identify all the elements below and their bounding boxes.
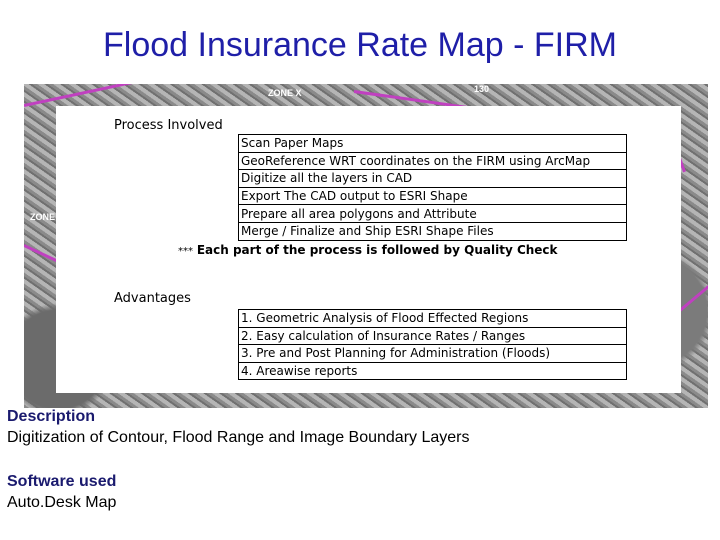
process-step: Digitize all the layers in CAD	[238, 169, 627, 188]
map-zone-label: ZONE X	[268, 88, 302, 98]
advantages-table: 1. Geometric Analysis of Flood Effected …	[238, 309, 627, 381]
table-row: Digitize all the layers in CAD	[238, 169, 627, 188]
quality-check-note: *** Each part of the process is followed…	[178, 243, 558, 257]
process-heading: Process Involved	[114, 118, 223, 133]
map-boundary-line	[24, 84, 142, 107]
process-table: Scan Paper Maps GeoReference WRT coordin…	[238, 134, 627, 241]
table-row: Export The CAD output to ESRI Shape	[238, 186, 627, 206]
advantage-item: 2. Easy calculation of Insurance Rates /…	[238, 326, 627, 346]
process-step: Merge / Finalize and Ship ESRI Shape Fil…	[238, 221, 627, 241]
table-row: 4. Areawise reports	[238, 361, 627, 381]
table-row: GeoReference WRT coordinates on the FIRM…	[238, 151, 627, 171]
advantage-item: 1. Geometric Analysis of Flood Effected …	[238, 309, 627, 328]
table-row: 2. Easy calculation of Insurance Rates /…	[238, 326, 627, 346]
description-heading: Description	[7, 408, 96, 425]
process-step: GeoReference WRT coordinates on the FIRM…	[238, 151, 627, 171]
software-text: Auto.Desk Map	[7, 494, 117, 511]
process-step: Prepare all area polygons and Attribute	[238, 204, 627, 223]
note-text: Each part of the process is followed by …	[196, 243, 558, 257]
process-step: Scan Paper Maps	[238, 134, 627, 153]
content-panel: Process Involved Scan Paper Maps GeoRefe…	[56, 106, 681, 393]
advantage-item: 3. Pre and Post Planning for Administrat…	[238, 344, 627, 363]
software-block: Software used Auto.Desk Map	[7, 473, 116, 512]
table-row: 1. Geometric Analysis of Flood Effected …	[238, 309, 627, 328]
table-row: 3. Pre and Post Planning for Administrat…	[238, 344, 627, 363]
map-number-label: 130	[474, 84, 490, 94]
advantage-item: 4. Areawise reports	[238, 361, 627, 381]
slide-title: Flood Insurance Rate Map - FIRM	[103, 26, 617, 64]
table-row: Prepare all area polygons and Attribute	[238, 204, 627, 223]
process-step: Export The CAD output to ESRI Shape	[238, 186, 627, 206]
description-block: Description Digitization of Contour, Flo…	[7, 408, 470, 447]
note-prefix: ***	[178, 246, 193, 257]
description-text: Digitization of Contour, Flood Range and…	[7, 429, 470, 446]
advantages-heading: Advantages	[114, 291, 191, 306]
software-heading: Software used	[7, 473, 117, 490]
table-row: Merge / Finalize and Ship ESRI Shape Fil…	[238, 221, 627, 241]
table-row: Scan Paper Maps	[238, 134, 627, 153]
